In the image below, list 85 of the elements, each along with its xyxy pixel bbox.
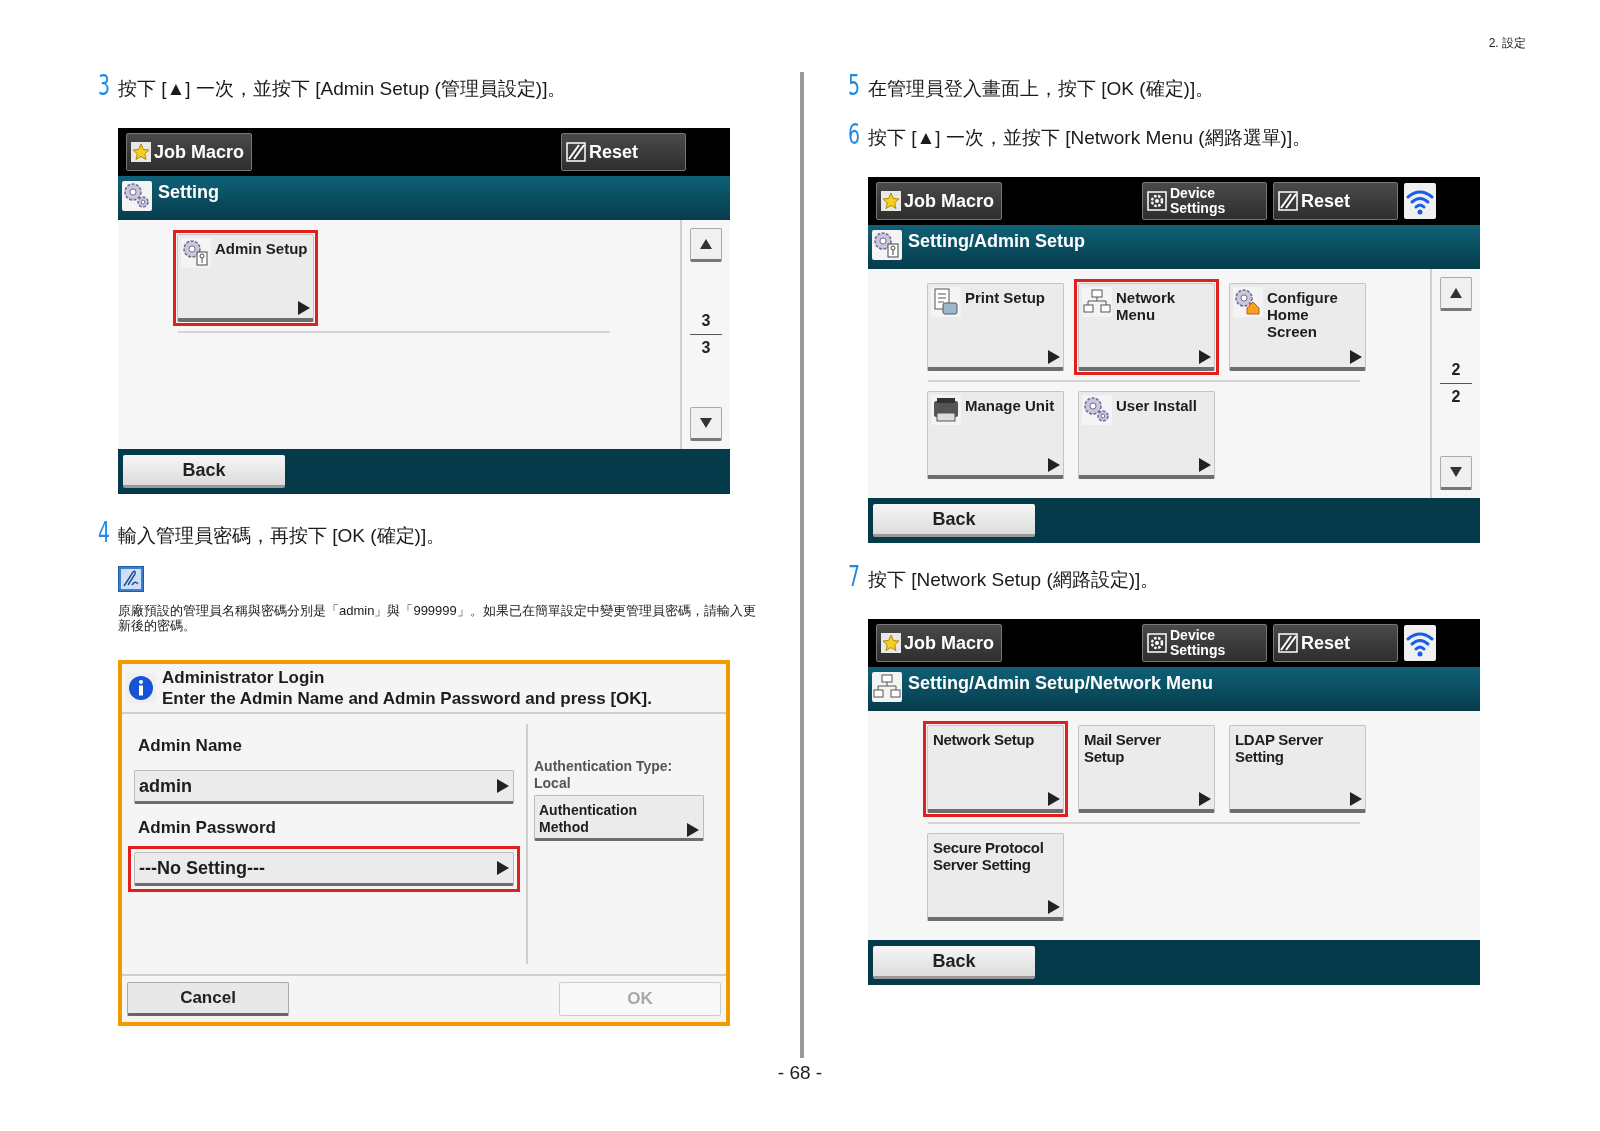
step-instruction: 輸入管理員密碼，再按下 [OK (確定)]。: [118, 524, 446, 548]
screen-title: Setting/Admin Setup/Network Menu: [908, 672, 1213, 693]
scroll-up-button[interactable]: [690, 228, 722, 262]
gear-icon: [1147, 633, 1167, 653]
current-page: 3: [701, 311, 711, 331]
wifi-icon[interactable]: [1404, 625, 1436, 661]
title-icon: [872, 672, 902, 702]
step-instruction: 按下 [Network Setup (網路設定)]。: [868, 568, 1160, 592]
total-pages: 2: [1451, 387, 1461, 407]
auth-method-button[interactable]: Authentication Method: [534, 795, 704, 841]
step-number: 3: [98, 72, 107, 100]
screen-title: Setting/Admin Setup: [908, 230, 1085, 251]
reset-button[interactable]: Reset: [1273, 624, 1398, 662]
back-button[interactable]: Back: [873, 946, 1035, 979]
dialog-message: Enter the Admin Name and Admin Password and press [OK].: [162, 688, 652, 709]
star-icon: [131, 142, 151, 162]
dialog-button[interactable]: Cancel: [127, 982, 289, 1016]
auth-type-value: Local: [534, 775, 572, 792]
caret-icon: [1048, 792, 1060, 806]
job-macro-button[interactable]: Job Macro: [126, 133, 252, 171]
step-number: 7: [848, 563, 857, 591]
caret-icon: [298, 301, 310, 315]
tile-icon: [181, 238, 211, 268]
menu-tile[interactable]: Network Setup: [923, 721, 1068, 817]
title-icon: [872, 230, 902, 260]
caret-icon: [1350, 792, 1362, 806]
scroll-down-button[interactable]: [1440, 456, 1472, 490]
caret-icon: [1048, 458, 1060, 472]
down-arrow-icon: [700, 418, 712, 428]
note-text: 原廠預設的管理員名稱與密碼分別是「admin」與「999999」。如果已在簡單設定中變更管理員密碼，請輸入更新後的密碼。: [118, 603, 757, 633]
up-arrow-icon: [700, 239, 712, 249]
title-icon: [122, 181, 152, 211]
caret-icon: [1350, 350, 1362, 364]
caret-icon: [687, 823, 699, 837]
gear-icon: [1147, 191, 1167, 211]
caret-icon: [1048, 900, 1060, 914]
star-icon: [881, 633, 901, 653]
current-page: 2: [1451, 360, 1461, 380]
back-button[interactable]: Back: [123, 455, 285, 488]
step-instruction: 在管理員登入畫面上，按下 [OK (確定)]。: [868, 77, 1215, 101]
step-instruction: 按下 [▲] 一次，並按下 [Network Menu (網路選單)]。: [868, 126, 1312, 150]
tile-icon: [1082, 287, 1112, 317]
device-settings-button[interactable]: Device Settings: [1142, 182, 1267, 220]
menu-tile[interactable]: Admin Setup: [173, 230, 318, 326]
field-label: Admin Password: [137, 818, 277, 838]
page-number: - 68 -: [777, 1062, 823, 1084]
tile-icon: [931, 395, 961, 425]
info-icon: [126, 673, 156, 703]
caret-icon: [1199, 458, 1211, 472]
reset-button[interactable]: Reset: [561, 133, 686, 171]
step-number: 6: [848, 121, 857, 149]
scroll-down-button[interactable]: [690, 407, 722, 441]
field-value-button[interactable]: ---No Setting---: [128, 846, 520, 892]
note-pen-icon: [118, 566, 144, 592]
screen-title: Setting: [158, 181, 219, 202]
reset-button[interactable]: Reset: [1273, 182, 1398, 220]
scroll-up-button[interactable]: [1440, 277, 1472, 311]
chapter-header: 2. 設定: [1488, 36, 1526, 50]
menu-tile[interactable]: Network Menu: [1074, 279, 1219, 375]
wifi-icon[interactable]: [1404, 183, 1436, 219]
total-pages: 3: [701, 338, 711, 358]
tile-icon: [1082, 395, 1112, 425]
job-macro-button[interactable]: Job Macro: [876, 624, 1002, 662]
step-number: 5: [848, 72, 857, 100]
reset-icon: [1278, 633, 1298, 653]
caret-icon: [1199, 792, 1211, 806]
caret-icon: [497, 779, 509, 793]
step-number: 4: [98, 519, 107, 547]
step-instruction: 按下 [▲] 一次，並按下 [Admin Setup (管理員設定)]。: [118, 77, 567, 101]
back-button[interactable]: Back: [873, 504, 1035, 537]
down-arrow-icon: [1450, 467, 1462, 477]
device-settings-button[interactable]: Device Settings: [1142, 624, 1267, 662]
reset-icon: [1278, 191, 1298, 211]
job-macro-button[interactable]: Job Macro: [876, 182, 1002, 220]
tile-icon: [1233, 287, 1263, 317]
caret-icon: [497, 861, 509, 875]
caret-icon: [1199, 350, 1211, 364]
reset-icon: [566, 142, 586, 162]
caret-icon: [1048, 350, 1060, 364]
field-label: Admin Name: [137, 736, 243, 756]
up-arrow-icon: [1450, 288, 1462, 298]
auth-type-label: Authentication Type:: [534, 758, 674, 775]
dialog-title: Administrator Login: [162, 667, 326, 688]
tile-icon: [931, 287, 961, 317]
star-icon: [881, 191, 901, 211]
